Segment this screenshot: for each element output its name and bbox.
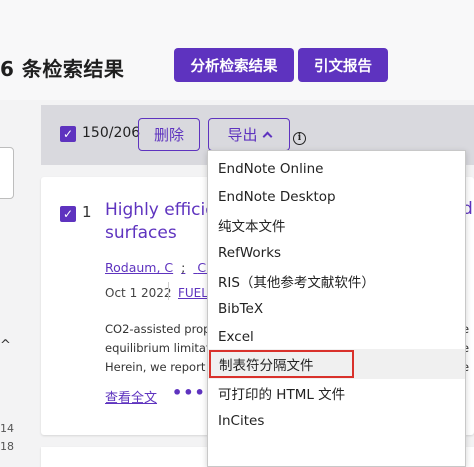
export-option-endnote-desktop[interactable]: EndNote Desktop	[208, 183, 465, 211]
export-option-refworks[interactable]: RefWorks	[208, 239, 465, 267]
export-option-excel[interactable]: Excel	[208, 323, 465, 351]
export-option-bibtex[interactable]: BibTeX	[208, 295, 465, 323]
header-area: 6 条检索结果 分析检索结果 引文报告	[0, 0, 474, 100]
citation-report-button[interactable]: 引文报告	[298, 48, 388, 82]
abstract-text: CO2-assisted propa equilibrium limitat H…	[105, 320, 209, 377]
record-title-line: surfaces	[105, 223, 177, 243]
export-button[interactable]: 导出	[208, 118, 290, 151]
export-dropdown-menu: EndNote Online EndNote Desktop 纯文本文件 Ref…	[207, 150, 466, 467]
left-panel-number: 18	[0, 440, 14, 453]
full-text-link[interactable]: 查看全文	[105, 387, 157, 406]
selected-count: 150/206	[82, 125, 141, 141]
export-option-endnote-online[interactable]: EndNote Online	[208, 155, 465, 183]
collapse-chevron-icon[interactable]: ^	[0, 338, 11, 353]
more-options-icon[interactable]: •••	[172, 383, 206, 402]
chevron-up-icon	[262, 131, 272, 142]
export-option-printable-html[interactable]: 可打印的 HTML 文件	[208, 379, 465, 407]
analyze-results-button[interactable]: 分析检索结果	[174, 48, 294, 82]
export-option-tab-delimited[interactable]: 制表符分隔文件	[209, 350, 354, 378]
results-count: 6 条检索结果	[0, 57, 125, 81]
abstract-line: equilibrium limitat	[105, 341, 209, 355]
left-panel-number: 14	[0, 422, 14, 435]
left-panel-input[interactable]	[0, 147, 14, 199]
export-option-ris[interactable]: RIS（其他参考文献软件）	[208, 267, 465, 295]
publication-date: Oct 1 2022	[105, 286, 172, 300]
info-icon[interactable]: i	[293, 132, 306, 145]
divider	[168, 282, 169, 300]
record-checkbox[interactable]: ✓	[60, 206, 76, 222]
author-link[interactable]: Rodaum, C	[105, 260, 173, 275]
journal-link[interactable]: FUEL	[178, 286, 208, 300]
delete-button[interactable]: 删除	[138, 118, 200, 151]
export-option-plain-text[interactable]: 纯文本文件	[208, 211, 465, 239]
abstract-line: Herein, we report t	[105, 360, 209, 374]
export-option-incites[interactable]: InCites	[208, 407, 465, 435]
record-title-link[interactable]: Highly efficient surfaces	[105, 199, 211, 245]
export-button-label: 导出	[227, 126, 258, 144]
select-all-checkbox[interactable]: ✓	[60, 126, 76, 142]
record-number: 1	[82, 203, 92, 221]
record-title-line: Highly efficient	[105, 200, 211, 220]
abstract-line: CO2-assisted propa	[105, 322, 209, 336]
